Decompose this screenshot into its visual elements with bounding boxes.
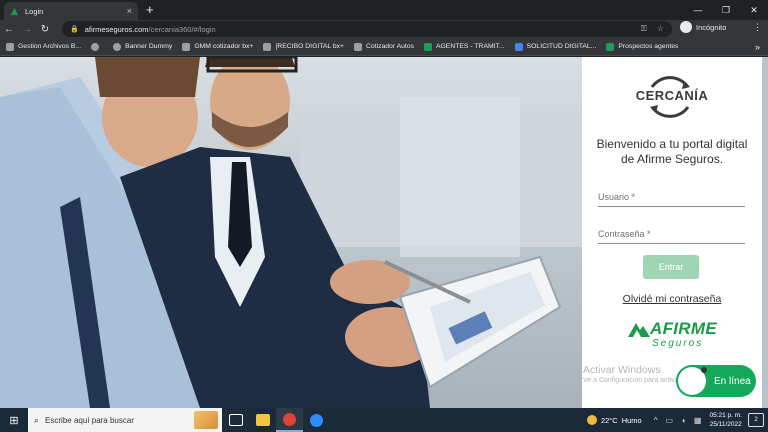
chat-avatar-icon xyxy=(678,367,707,395)
weather-temp: 22°C xyxy=(600,415,618,425)
reload-icon[interactable]: ↻ xyxy=(36,24,54,35)
show-hidden-icons-icon[interactable]: ^ xyxy=(654,416,658,425)
login-button[interactable]: Entrar xyxy=(643,255,699,279)
window-controls: — ❐ ✕ xyxy=(684,0,768,20)
bookmark-item[interactable]: [RECIBO DIGITAL bx+ xyxy=(263,42,344,51)
network-icon[interactable]: ▭ xyxy=(666,416,674,425)
afirme-favicon-icon xyxy=(10,7,19,15)
tab-close-icon[interactable]: × xyxy=(127,6,132,16)
windows-taskbar: ⊞ ⌕ Escribe aquí para buscar 22°C Humo ^… xyxy=(0,408,768,432)
weather-widget[interactable]: 22°C Humo xyxy=(586,415,642,425)
sheets-icon xyxy=(423,42,432,51)
afirme-logo: AFIRME Seguros xyxy=(628,319,728,353)
tab-login[interactable]: Login × xyxy=(4,2,138,20)
chrome-icon[interactable] xyxy=(276,408,303,432)
bookmark-item[interactable]: Gestion Archivos B... xyxy=(6,42,81,51)
password-field[interactable]: Contraseña * xyxy=(598,229,745,244)
bookmark-icon xyxy=(182,42,191,51)
globe-icon xyxy=(91,42,100,51)
bookmark-icon xyxy=(6,42,14,51)
restore-button[interactable]: ❐ xyxy=(712,0,740,20)
browser-toolbar: ← → ↻ 🔒 afirmeseguros.com/cercania360/#/… xyxy=(0,20,768,38)
bookmark-item[interactable]: Prospectos agentes xyxy=(606,42,678,51)
tab-title: Login xyxy=(25,6,44,16)
task-view-icon[interactable] xyxy=(222,408,249,432)
forward-icon[interactable]: → xyxy=(18,24,36,35)
chat-label: En línea xyxy=(714,375,751,387)
login-panel: CERCANÍA Bienvenido a tu portal digital … xyxy=(582,57,762,408)
bookmark-item[interactable]: Banner Dummy xyxy=(113,42,172,51)
search-icon: ⌕ xyxy=(34,414,40,425)
status-dot xyxy=(701,367,707,373)
bookmark-item[interactable] xyxy=(91,42,103,51)
bookmark-star-icon[interactable]: ☆ xyxy=(657,24,664,34)
close-window-button[interactable]: ✕ xyxy=(740,0,768,20)
lock-icon[interactable]: 🔒 xyxy=(70,25,79,33)
cercania-logo-text: CERCANÍA xyxy=(635,88,709,103)
notification-center-icon[interactable]: 2 xyxy=(748,413,764,427)
incognito-label: Incógnito xyxy=(696,22,727,32)
drive-icon xyxy=(514,42,523,51)
url-path: /cercania360/#/login xyxy=(148,24,216,34)
volume-icon[interactable]: ◖ xyxy=(681,416,686,425)
bookmark-item[interactable]: SOLICITUD DIGITAL... xyxy=(514,42,596,51)
clock[interactable]: 05:21 p. m. 25/11/2022 xyxy=(709,411,742,429)
weather-icon xyxy=(586,415,597,425)
business-people-illustration xyxy=(0,57,582,408)
clock-date: 25/11/2022 xyxy=(709,421,742,428)
zoom-icon[interactable] xyxy=(303,408,330,432)
windows-start-icon[interactable]: ⊞ xyxy=(0,414,28,427)
forgot-password-link[interactable]: Olvidé mi contraseña xyxy=(582,293,762,305)
address-bar[interactable]: 🔒 afirmeseguros.com/cercania360/#/login … xyxy=(62,21,672,37)
afirme-logo-subtext: Seguros xyxy=(652,338,704,349)
chat-online-button[interactable]: En línea xyxy=(676,365,756,397)
globe-icon xyxy=(113,42,122,51)
back-icon[interactable]: ← xyxy=(0,24,18,35)
afirme-mountain-icon xyxy=(628,323,650,337)
bookmark-icon xyxy=(263,42,272,51)
bookmark-item[interactable]: AGENTES - TRAMIT... xyxy=(423,42,505,51)
browser-menu-icon[interactable]: ⋮ xyxy=(753,22,762,33)
bookmarks-overflow-icon[interactable]: » xyxy=(755,38,760,55)
bookmarks-bar: Gestion Archivos B... Banner Dummy GMM c… xyxy=(0,38,768,56)
clock-time: 05:21 p. m. xyxy=(709,412,742,419)
username-field[interactable]: Usuario * xyxy=(598,192,745,207)
url-host: afirmeseguros.com xyxy=(84,24,149,34)
incognito-icon xyxy=(680,21,692,33)
bookmark-icon xyxy=(354,42,362,51)
search-highlight-icon xyxy=(194,411,218,429)
minimize-button[interactable]: — xyxy=(684,0,712,20)
file-explorer-icon[interactable] xyxy=(249,408,276,432)
background-photo xyxy=(0,57,582,408)
language-icon[interactable]: ▦ xyxy=(694,416,702,425)
weather-desc: Humo xyxy=(621,415,642,425)
bookmark-item[interactable]: Cotizador Autos xyxy=(354,42,414,51)
key-icon[interactable]: ⚿ xyxy=(641,24,647,34)
page-content: CERCANÍA Bienvenido a tu portal digital … xyxy=(0,57,768,408)
incognito-indicator[interactable]: Incógnito xyxy=(680,21,726,33)
welcome-heading: Bienvenido a tu portal digital de Afirme… xyxy=(596,137,748,166)
sheets-icon xyxy=(606,42,615,51)
bookmark-item[interactable]: GMM cotizador bx+ xyxy=(182,42,253,51)
afirme-logo-text: AFIRME xyxy=(650,319,717,338)
taskbar-search[interactable]: ⌕ Escribe aquí para buscar xyxy=(28,408,222,432)
search-placeholder: Escribe aquí para buscar xyxy=(45,415,134,425)
system-tray: 22°C Humo ^ ▭ ◖ ▦ 05:21 p. m. 25/11/2022… xyxy=(586,408,768,432)
browser-tab-strip: Login × + — ❐ ✕ xyxy=(0,0,768,20)
new-tab-button[interactable]: + xyxy=(146,2,154,18)
